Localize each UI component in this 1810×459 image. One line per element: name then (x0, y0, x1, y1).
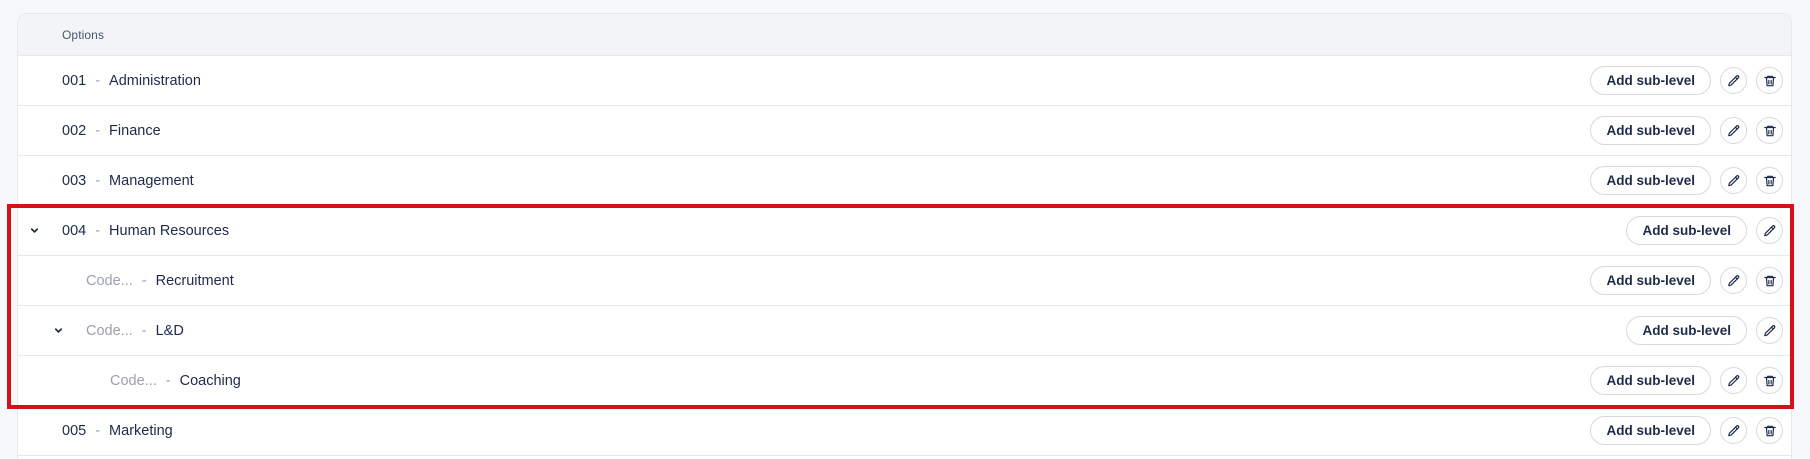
row-actions: Add sub-level (1590, 256, 1783, 305)
option-row[interactable]: 003- Management Add sub-level (18, 156, 1791, 206)
option-row[interactable]: 004- Human Resources Add sub-level (18, 206, 1791, 256)
option-label: 002- Finance (18, 123, 161, 139)
add-sub-level-button[interactable]: Add sub-level (1590, 166, 1711, 195)
add-sub-level-button[interactable]: Add sub-level (1590, 366, 1711, 395)
option-code: Code... (110, 372, 157, 389)
option-code: Code... (86, 272, 133, 289)
option-code: 002 (62, 122, 87, 139)
option-label: 004- Human Resources (18, 223, 229, 239)
option-name: Administration (109, 72, 201, 89)
pencil-icon[interactable] (1720, 167, 1747, 194)
option-label: 005- Marketing (18, 423, 173, 439)
row-actions: Add sub-level (1590, 56, 1783, 105)
separator: - (95, 122, 101, 139)
option-label: Code... - Recruitment (18, 273, 234, 289)
option-name: Coaching (179, 372, 241, 389)
add-sub-level-button[interactable]: Add sub-level (1590, 66, 1711, 95)
option-name: Human Resources (109, 222, 230, 239)
options-list: 001- Administration Add sub-level 002- Finan… (18, 56, 1791, 456)
panel-header: Options (18, 14, 1791, 56)
row-actions: Add sub-level (1590, 156, 1783, 205)
option-row[interactable]: 005- Marketing Add sub-level (18, 406, 1791, 456)
option-row[interactable]: 002- Finance Add sub-level (18, 106, 1791, 156)
option-name: Marketing (109, 422, 173, 439)
pencil-icon[interactable] (1720, 267, 1747, 294)
row-actions: Add sub-level (1590, 356, 1783, 405)
pencil-icon[interactable] (1720, 367, 1747, 394)
option-row[interactable]: Code... - Coaching Add sub-level (18, 356, 1791, 406)
separator: - (95, 172, 101, 189)
trash-icon[interactable] (1756, 117, 1783, 144)
option-code: 003 (62, 172, 87, 189)
separator: - (95, 222, 101, 239)
pencil-icon[interactable] (1720, 117, 1747, 144)
option-label: Code... - L&D (18, 323, 184, 339)
option-code: 004 (62, 222, 87, 239)
row-actions: Add sub-level (1590, 406, 1783, 455)
option-row[interactable]: Code... - Recruitment Add sub-level (18, 256, 1791, 306)
header-title: Options (62, 27, 105, 42)
separator: - (141, 272, 147, 289)
pencil-icon[interactable] (1756, 217, 1783, 244)
option-code: Code... (86, 322, 133, 339)
row-actions: Add sub-level (1626, 206, 1783, 255)
row-actions: Add sub-level (1626, 306, 1783, 355)
separator: - (95, 422, 101, 439)
separator: - (141, 322, 147, 339)
chevron-down-icon[interactable] (51, 324, 65, 338)
pencil-icon[interactable] (1720, 417, 1747, 444)
separator: - (165, 372, 171, 389)
add-sub-level-button[interactable]: Add sub-level (1590, 416, 1711, 445)
separator: - (95, 72, 101, 89)
trash-icon[interactable] (1756, 367, 1783, 394)
add-sub-level-button[interactable]: Add sub-level (1626, 216, 1747, 245)
trash-icon[interactable] (1756, 167, 1783, 194)
trash-icon[interactable] (1756, 267, 1783, 294)
option-name: Recruitment (155, 272, 234, 289)
chevron-down-icon[interactable] (27, 224, 41, 238)
add-sub-level-button[interactable]: Add sub-level (1626, 316, 1747, 345)
add-sub-level-button[interactable]: Add sub-level (1590, 266, 1711, 295)
option-row[interactable]: 001- Administration Add sub-level (18, 56, 1791, 106)
option-row[interactable]: Code... - L&D Add sub-level (18, 306, 1791, 356)
option-label: 001- Administration (18, 73, 201, 89)
option-name: Finance (109, 122, 161, 139)
pencil-icon[interactable] (1756, 317, 1783, 344)
option-label: 003- Management (18, 173, 194, 189)
trash-icon[interactable] (1756, 417, 1783, 444)
trash-icon[interactable] (1756, 67, 1783, 94)
options-panel: Options 001- Administration Add sub-level 0… (17, 13, 1792, 459)
pencil-icon[interactable] (1720, 67, 1747, 94)
add-sub-level-button[interactable]: Add sub-level (1590, 116, 1711, 145)
option-code: 001 (62, 72, 87, 89)
option-name: L&D (155, 322, 184, 339)
option-code: 005 (62, 422, 87, 439)
option-name: Management (109, 172, 194, 189)
row-actions: Add sub-level (1590, 106, 1783, 155)
option-label: Code... - Coaching (18, 373, 241, 389)
